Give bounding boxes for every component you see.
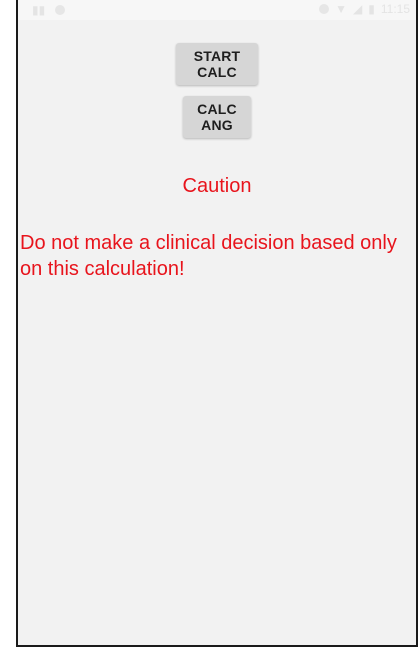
start-calc-button[interactable]: START CALC — [176, 43, 258, 85]
caution-message: Do not make a clinical decision based on… — [20, 232, 397, 280]
notification-icon: ▮▮ — [32, 3, 46, 17]
phone-screen: ▮▮ ▼ ◢ ▮ 11:15 START CALC CALC ANG Cauti… — [16, 0, 418, 647]
status-bar: ▮▮ ▼ ◢ ▮ 11:15 — [18, 0, 416, 20]
calc-ang-button[interactable]: CALC ANG — [183, 96, 251, 138]
wifi-icon: ▼ — [335, 2, 348, 16]
status-bar-notifications: ▮▮ — [32, 3, 66, 17]
app-notification-icon — [55, 5, 66, 15]
status-time: 11:15 — [380, 2, 410, 16]
status-bar-system: ▼ ◢ ▮ 11:15 — [319, 3, 410, 15]
cell-signal-icon: ◢ — [353, 2, 363, 16]
do-not-disturb-icon — [319, 4, 330, 14]
battery-icon: ▮ — [368, 2, 375, 16]
caution-title: Caution — [182, 175, 252, 197]
